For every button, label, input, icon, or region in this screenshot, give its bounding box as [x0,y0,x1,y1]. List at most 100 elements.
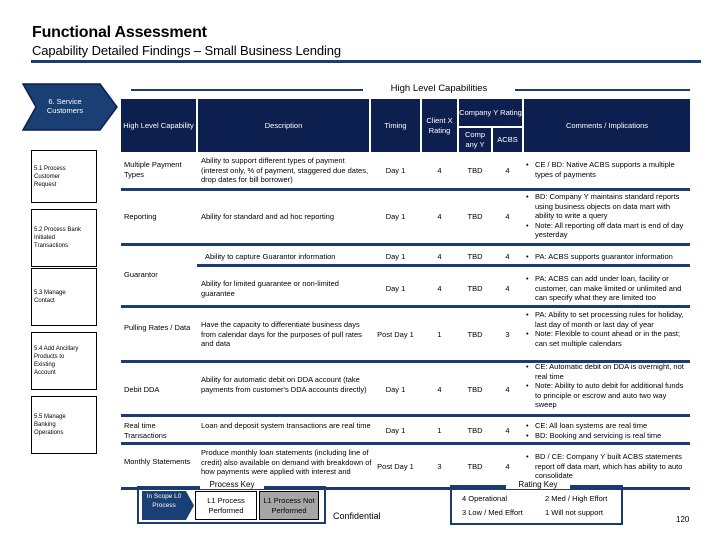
process-box: 5.5 Manage Banking Operations [31,396,97,454]
row-comments: CE: All loan systems are real time BD: B… [525,421,690,440]
row-capability: Multiple Payment Types [124,160,182,179]
row-separator [121,305,690,308]
process-box: 5.1 Process Customer Request [31,150,97,203]
row-client-rating: 4 [437,284,442,293]
rating-key-item: 4 Operational [462,494,508,503]
comment-item: CE: All loan systems are real time [525,421,690,431]
row-company-rating: TBD [467,385,483,394]
row-separator [197,264,690,267]
section-banner: High Level Capabilities [390,83,488,94]
banner-rule-right [515,89,690,91]
row-client-rating: 4 [437,252,442,261]
row-separator [121,188,690,191]
row-client-rating: 4 [437,212,442,221]
row-acbs-rating: 4 [505,166,510,175]
in-scope-label: In Scope L0 Process [146,493,182,509]
comment-item: BD: Company Y maintains standard reports… [525,192,690,221]
not-performed-key: L1 Process Not Performed [259,491,319,520]
comment-item: Note: All reporting off data mart is end… [525,221,690,240]
comment-item: CE / BD: Native ACBS supports a multiple… [525,160,690,179]
process-label: 5.1 Process Customer Request [34,165,66,188]
row-separator [121,414,690,417]
row-capability: Pulling Rates / Data [124,323,191,332]
row-comments: PA: ACBS supports guarantor information [525,252,690,262]
row-timing: Day 1 [385,166,406,175]
row-acbs-rating: 4 [505,252,510,261]
row-company-rating: TBD [467,330,483,339]
comment-item: PA: Ability to set processing rules for … [525,310,690,329]
process-box: 5.2 Process Bank Initiated Transactions [31,209,97,267]
row-timing: Day 1 [385,212,406,221]
comment-item: PA: ACBS supports guarantor information [525,252,690,262]
row-description: Produce monthly loan statements (includi… [201,448,372,482]
comment-item: Note: Ability to auto debit for addition… [525,381,690,410]
row-comments: PA: ACBS can add under loan, facility or… [525,274,690,303]
column-header-company: Comp any Y [459,128,491,152]
page-number: 120 [676,515,690,524]
row-comments: CE / BD: Native ACBS supports a multiple… [525,160,690,179]
row-separator [121,442,690,445]
row-timing: Post Day 1 [377,330,414,339]
row-description: Ability for standard and ad hoc reportin… [201,212,334,221]
row-capability: Debit DDA [124,385,160,394]
rating-key-title: Rating Key [506,480,570,489]
rating-key-item: 1 Will not support [545,508,603,517]
row-company-rating: TBD [467,252,483,261]
row-comments: BD / CE: Company Y built ACBS statements… [525,452,690,481]
row-comments: PA: Ability to set processing rules for … [525,310,690,348]
row-client-rating: 4 [437,166,442,175]
row-comments: CE: Automatic debit on DDA is overnight,… [525,362,690,410]
rating-key-item: 2 Med / High Effort [545,494,608,503]
comment-item: BD: Booking and servicing is real time [525,431,690,441]
column-header-timing: Timing [371,99,420,152]
row-timing: Day 1 [385,385,406,394]
column-header-acbs: ACBS [493,128,522,152]
row-capability: Guarantor [124,270,158,279]
row-company-rating: TBD [467,284,483,293]
comment-item: CE: Automatic debit on DDA is overnight,… [525,362,690,381]
column-header-company-rating-group: Company Y Rating [459,99,522,126]
column-header-description: Description [198,99,369,152]
process-label: 5.4 Add Ancillary Products to Existing A… [34,346,79,376]
rating-key-item: 3 Low / Med Effort [462,508,523,517]
row-client-rating: 4 [437,385,442,394]
row-description: Ability to support different types of pa… [201,156,369,184]
row-capability: Reporting [124,212,157,221]
row-acbs-rating: 4 [505,212,510,221]
row-separator [121,243,690,246]
process-box: 5.3 Manage Contact [31,268,97,326]
row-acbs-rating: 4 [505,462,510,471]
confidential-label: Confidential [333,511,381,521]
column-header-comments: Comments / Implications [524,99,690,152]
row-description: Ability for automatic debit on DDA accou… [201,375,367,394]
row-timing: Post Day 1 [377,462,414,471]
row-acbs-rating: 4 [505,426,510,435]
banner-rule-left [131,89,363,91]
row-capability: Real time Transactions [124,421,167,440]
page-title: Functional Assessment [32,24,207,41]
page-subtitle: Capability Detailed Findings – Small Bus… [32,43,342,58]
comment-item: BD / CE: Company Y built ACBS statements… [525,452,690,481]
rating-key-box [450,485,623,525]
row-client-rating: 3 [437,462,442,471]
row-description: Ability for limited guarantee or non-lim… [201,279,339,298]
process-box: 5.4 Add Ancillary Products to Existing A… [31,332,97,390]
row-acbs-rating: 3 [505,330,510,339]
comment-item: PA: ACBS can add under loan, facility or… [525,274,690,303]
column-header-client-rating: Client X Rating [422,99,457,152]
row-timing: Day 1 [385,426,406,435]
row-capability: Monthly Statements [124,457,191,466]
row-company-rating: TBD [467,426,483,435]
row-timing: Day 1 [385,284,406,293]
row-client-rating: 1 [437,426,442,435]
row-acbs-rating: 4 [505,284,510,293]
process-label: 5.3 Manage Contact [34,290,66,304]
process-label: 5.2 Process Bank Initiated Transactions [34,227,82,249]
row-description: Loan and deposit system transactions are… [201,421,371,430]
column-header-capability: High Level Capability [121,99,196,152]
row-description: Ability to capture Guarantor information [205,252,336,261]
row-company-rating: TBD [467,462,483,471]
comment-item: Note: Flexible to count ahead or in the … [525,329,690,348]
performed-key: L1 Process Performed [195,491,257,520]
row-description: Have the capacity to differentiate busin… [201,320,362,348]
